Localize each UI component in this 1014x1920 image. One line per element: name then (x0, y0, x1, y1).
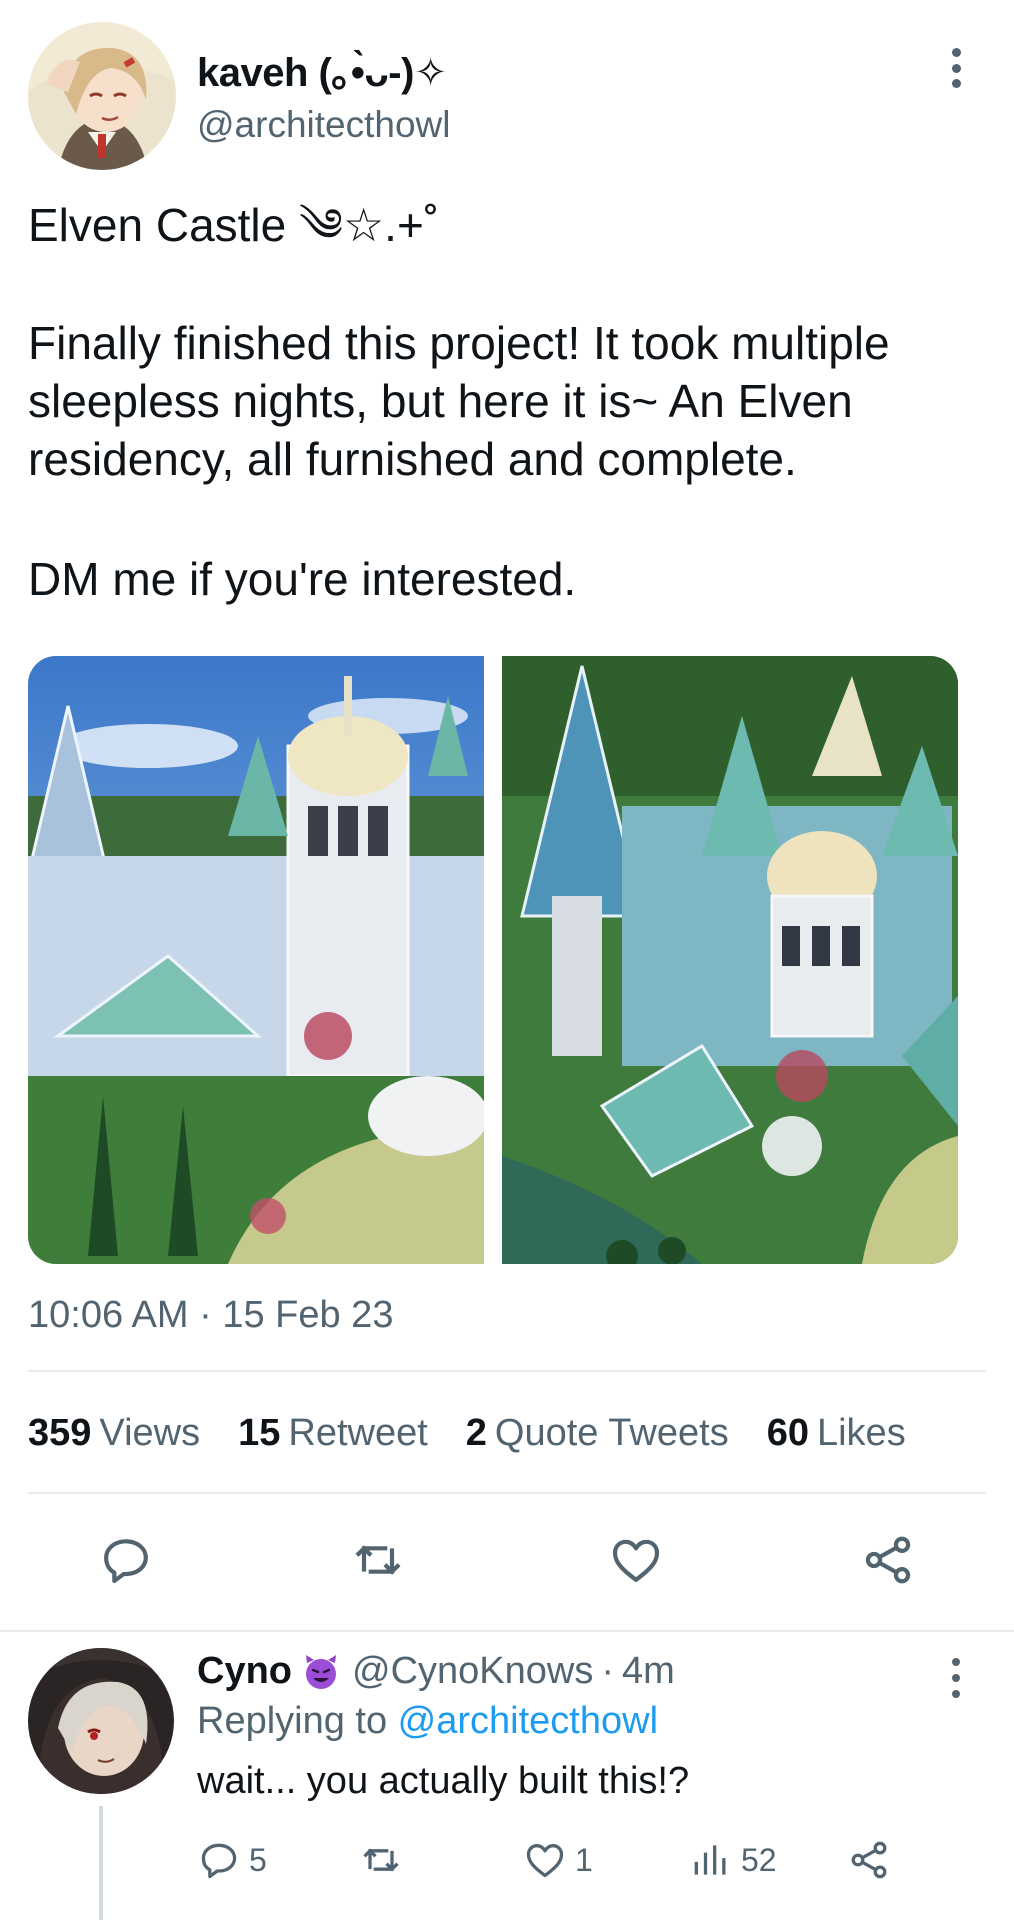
reply-avatar-image (28, 1648, 174, 1794)
stat-retweets[interactable]: 15 Retweet (238, 1412, 428, 1455)
author-display-name[interactable]: kaveh (｡•̀ᴗ-)✧ (197, 40, 447, 98)
stat-count: 60 (766, 1412, 809, 1454)
castle-front-view-image (28, 656, 484, 1264)
section-divider (0, 1630, 1014, 1632)
tweet-media (28, 656, 958, 1264)
more-dot (951, 63, 961, 73)
author-handle[interactable]: @architecthowl (197, 104, 451, 146)
divider (28, 1370, 986, 1372)
reply-icon (104, 1539, 148, 1584)
stat-label: Views (99, 1412, 201, 1454)
more-options-icon[interactable] (938, 44, 974, 92)
tweet-title: Elven Castle ༄☆.+˚ (28, 199, 440, 251)
reply-author-avatar[interactable] (28, 1648, 174, 1794)
thread-line (99, 1806, 103, 1920)
stat-count: 359 (28, 1412, 92, 1454)
reply-share-button[interactable] (847, 1838, 891, 1882)
like-icon (526, 1844, 564, 1878)
reply-reply-button[interactable]: 5 (197, 1838, 267, 1882)
media-image-2[interactable] (502, 656, 958, 1264)
share-button[interactable] (860, 1532, 916, 1588)
stat-likes[interactable]: 60 Likes (767, 1412, 906, 1455)
reply-count: 5 (249, 1841, 267, 1878)
divider (28, 1492, 986, 1494)
reply-like-button[interactable]: 1 (523, 1838, 593, 1882)
author-avatar[interactable] (28, 22, 176, 170)
reply-icon (201, 1843, 237, 1879)
replying-to-label: Replying to (197, 1700, 398, 1742)
like-icon (612, 1539, 660, 1582)
reply-views-button[interactable]: 52 (689, 1838, 777, 1882)
reply-action-bar: 5 1 52 (197, 1838, 957, 1888)
views-count: 52 (741, 1841, 777, 1878)
reply-more-options-icon[interactable] (938, 1656, 974, 1700)
retweet-icon (363, 1848, 399, 1872)
reply-handle[interactable]: @CynoKnows (352, 1650, 593, 1693)
more-dot (952, 1658, 960, 1666)
share-icon (851, 1841, 887, 1879)
author-avatar-image (28, 22, 176, 170)
reply-retweet-button[interactable] (359, 1838, 411, 1882)
tweet-paragraph-line: DM me if you're interested. (28, 553, 577, 605)
tweet-detail-page: kaveh (｡•̀ᴗ-)✧ @architecthowl Elven Cast… (0, 0, 1014, 1920)
tweet-paragraph-line: sleepless nights, but here it is~ An Elv… (28, 375, 853, 427)
tweet-paragraph-line: Finally finished this project! It took m… (28, 317, 890, 369)
replying-to: Replying to @architecthowl (197, 1700, 658, 1743)
tweet-stats: 359 Views 15 Retweet 2 Quote Tweets 60 Likes (28, 1412, 986, 1455)
castle-aerial-view-image (502, 656, 958, 1264)
stat-label: Quote Tweets (494, 1412, 729, 1454)
stat-label: Likes (816, 1412, 906, 1454)
views-chart-icon (694, 1845, 726, 1875)
reply-header: Cyno @CynoKnows · 4m (197, 1650, 675, 1693)
reply-button[interactable] (98, 1532, 154, 1588)
stat-views[interactable]: 359 Views (28, 1412, 200, 1455)
more-dot (951, 79, 961, 88)
reply-display-name[interactable]: Cyno (197, 1650, 292, 1693)
stat-count: 2 (465, 1412, 487, 1454)
more-dot (951, 48, 961, 57)
more-dot (952, 1674, 960, 1682)
more-dot (952, 1690, 960, 1698)
media-image-1[interactable] (28, 656, 484, 1264)
replying-to-handle-link[interactable]: @architecthowl (398, 1700, 658, 1742)
tweet-action-bar (98, 1532, 918, 1592)
retweet-icon (355, 1545, 401, 1575)
tweet-text: Elven Castle ༄☆.+˚ Finally finished this… (28, 196, 998, 608)
reply-time[interactable]: 4m (622, 1650, 675, 1693)
retweet-button[interactable] (350, 1532, 406, 1588)
stat-label: Retweet (288, 1412, 428, 1454)
stat-quote-tweets[interactable]: 2 Quote Tweets (466, 1412, 729, 1455)
tweet-paragraph-line: residency, all furnished and complete. (28, 433, 797, 485)
smiling-devil-icon (302, 1653, 340, 1691)
reply-text: wait... you actually built this!? (197, 1760, 690, 1802)
separator-dot: · (601, 1650, 614, 1692)
tweet-timestamp[interactable]: 10:06 AM · 15 Feb 23 (28, 1294, 393, 1337)
share-icon (865, 1536, 911, 1584)
stat-count: 15 (238, 1412, 281, 1454)
like-button[interactable] (608, 1532, 664, 1588)
like-count: 1 (575, 1841, 593, 1878)
